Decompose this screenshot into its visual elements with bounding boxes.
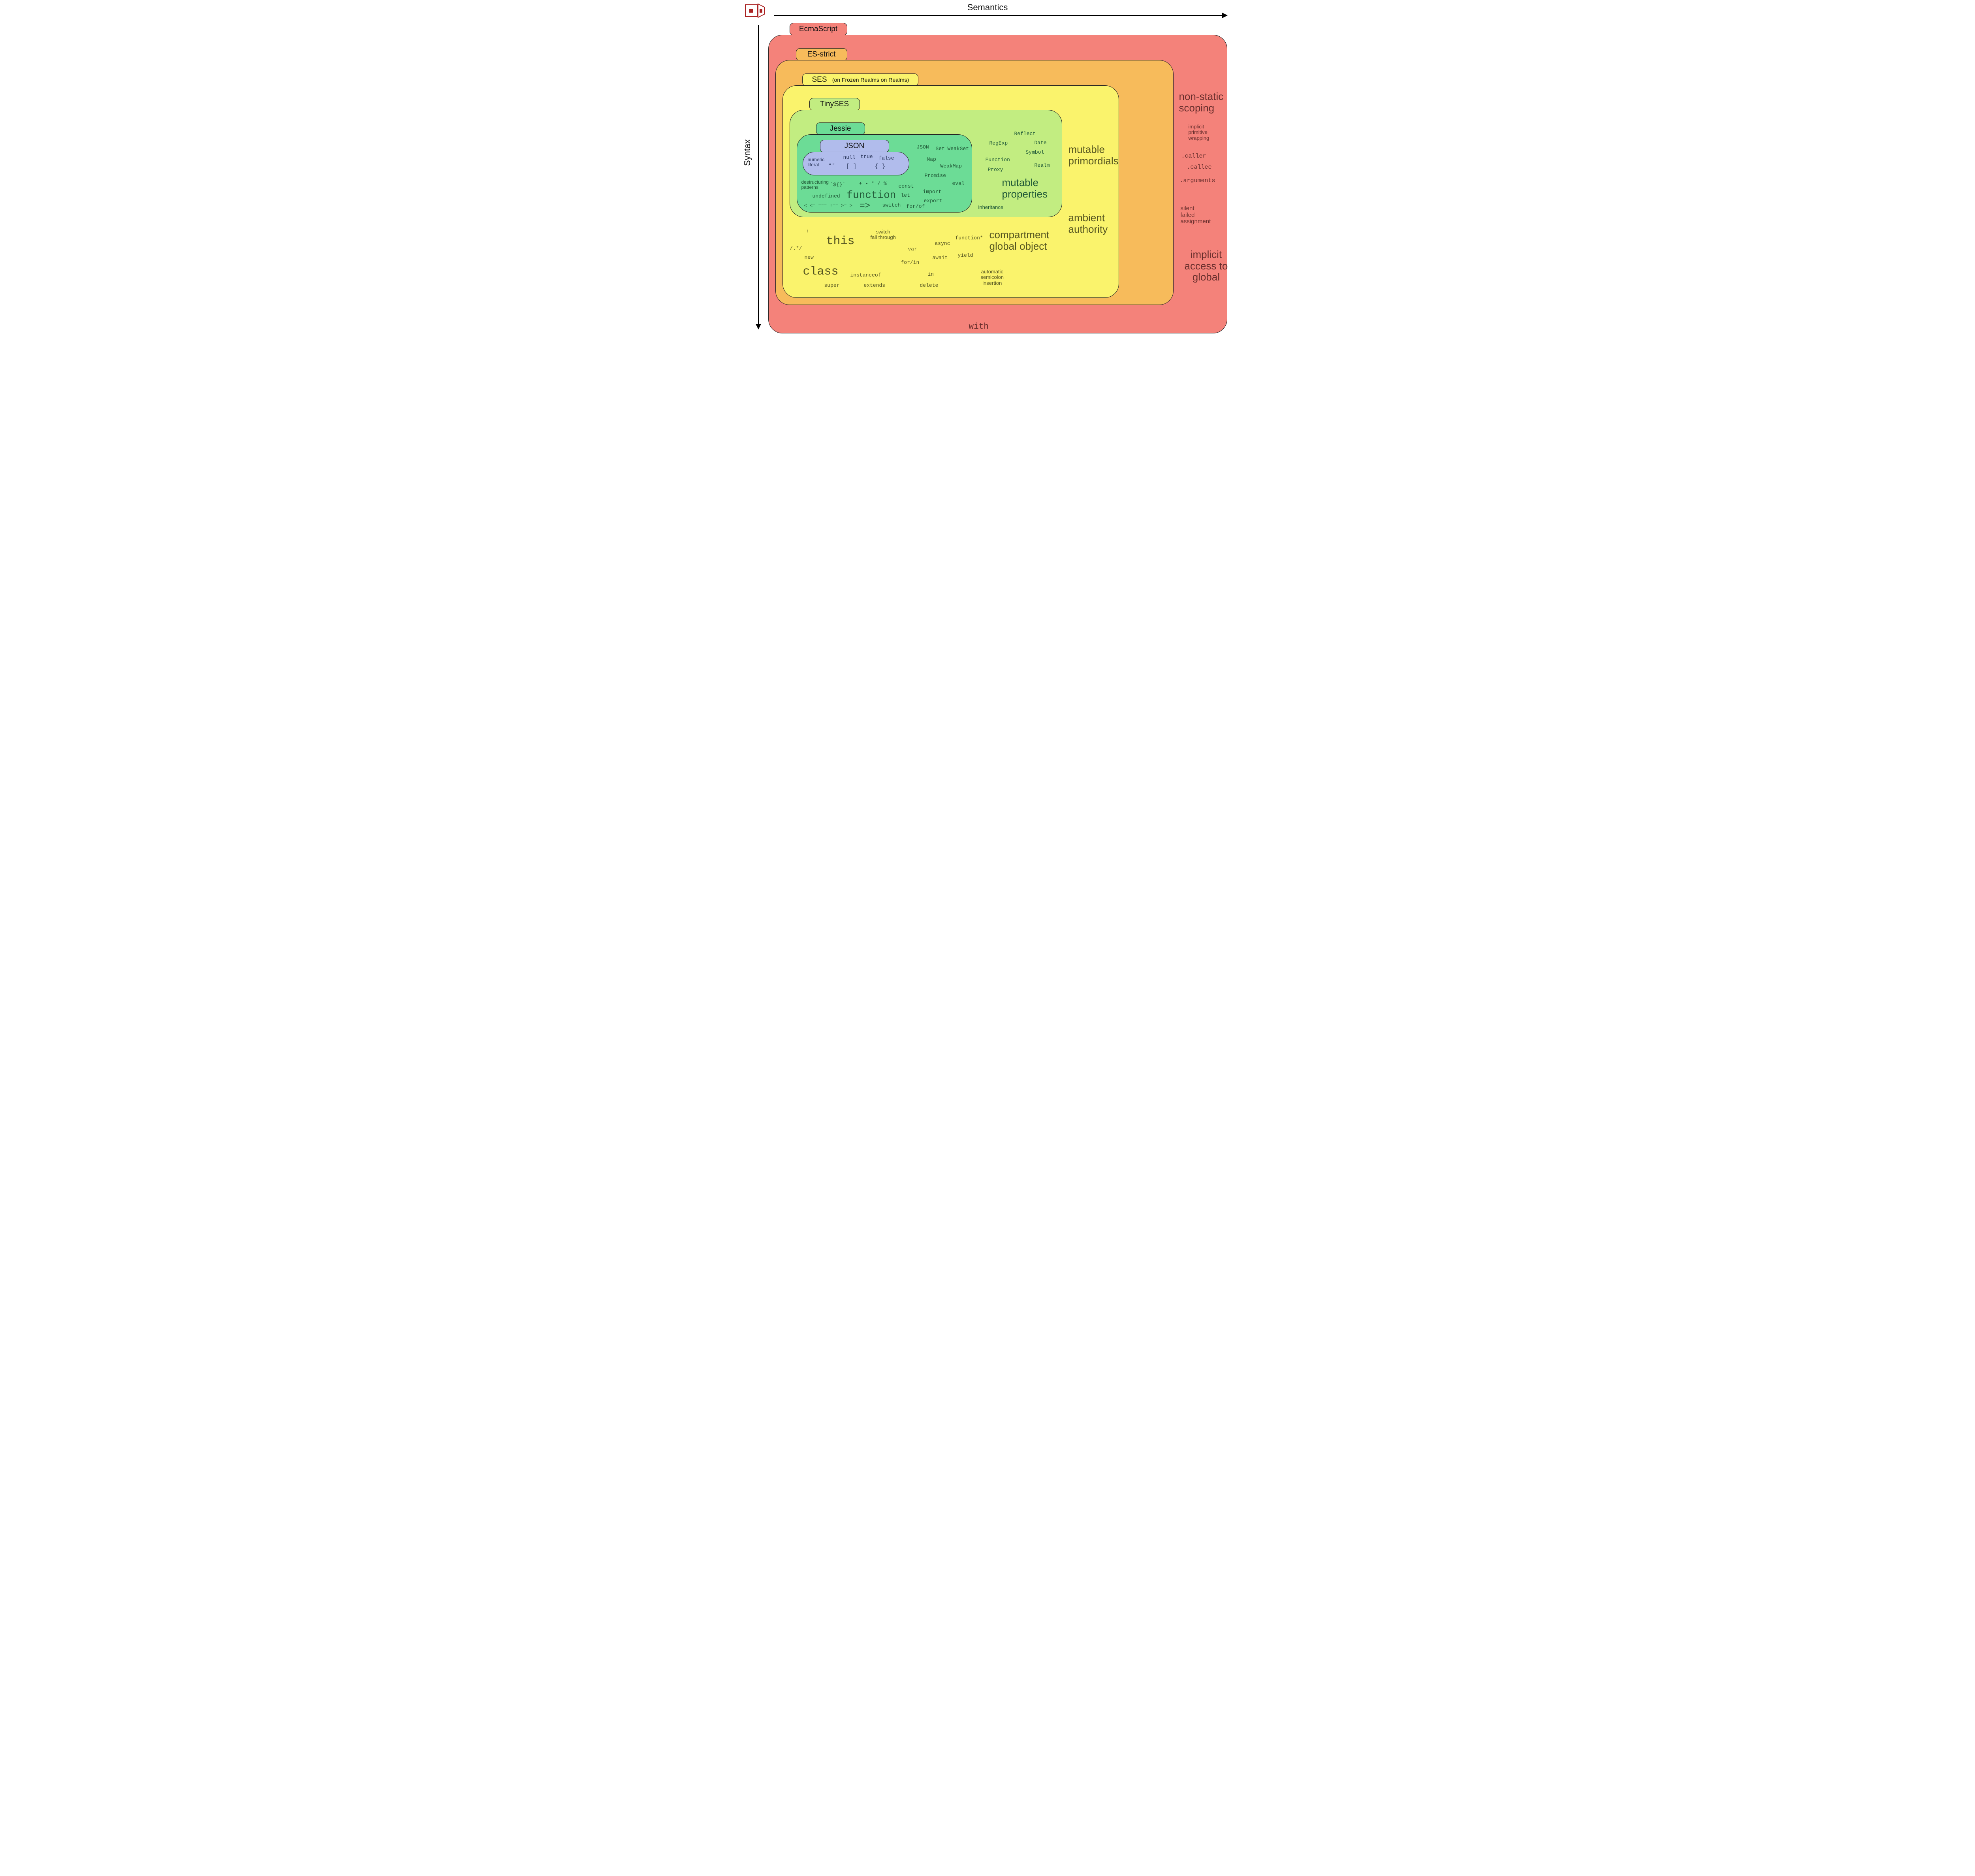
es-callee: .callee (1187, 164, 1212, 171)
tinyses-mutable-properties: mutable properties (1002, 177, 1048, 199)
json-false: false (879, 156, 894, 161)
jessie-destructuring: destructuring patterns (801, 180, 829, 190)
json-numeric-literal: numeric literal (808, 157, 825, 167)
ses-var: var (908, 246, 917, 252)
tinyses-symbol: Symbol (1026, 150, 1044, 155)
ses-ambient-authority: ambient authority (1068, 212, 1108, 235)
tinyses-date: Date (1035, 140, 1047, 146)
es-implicit-primitive: implicit primitive wrapping (1189, 124, 1209, 141)
ses-mutable-primordials: mutable primordials (1068, 144, 1119, 166)
axis-arrow-y (758, 25, 759, 329)
ses-this: this (826, 235, 855, 248)
ses-switch-fall: switch fall through (871, 229, 896, 241)
es-with: with (969, 322, 989, 331)
es-silent-failed: silent failed assignment (1181, 205, 1211, 225)
ses-in: in (928, 272, 934, 277)
tinyses-reflect: Reflect (1014, 131, 1036, 137)
ses-class: class (803, 265, 839, 278)
es-implicit-global: implicit access to global (1185, 249, 1228, 283)
tab-ecmascript: EcmaScript (790, 23, 847, 36)
json-quotes: “ ” (829, 163, 835, 169)
ses-new: new (805, 255, 814, 260)
tab-ses-label: SES (812, 75, 827, 84)
jessie-export: export (924, 198, 942, 204)
tinyses-function-ctor: Function (986, 157, 1010, 163)
json-true: true (861, 154, 873, 160)
jessie-compare: < <= === !== >= > (804, 203, 852, 209)
json-object: { } (875, 164, 886, 170)
tab-tinyses: TinySES (809, 98, 860, 111)
json-null: null (843, 155, 856, 160)
tab-es-strict: ES-strict (796, 48, 847, 61)
tab-ses-sub: (on Frozen Realms on Realms) (829, 77, 909, 83)
jessie-json-ctor: JSON (917, 145, 929, 150)
ses-delete: delete (920, 283, 939, 288)
jessie-forof: for/of (907, 204, 925, 209)
jessie-function: function (847, 190, 896, 201)
jessie-template-literal: `${}` (830, 182, 846, 188)
jessie-map: Map (927, 157, 936, 162)
axis-arrow-x (774, 15, 1227, 16)
jessie-arrow: => (860, 201, 870, 211)
axis-label-x: Semantics (741, 2, 1234, 13)
ses-async: async (935, 241, 950, 246)
tinyses-proxy: Proxy (988, 167, 1003, 173)
ses-function-star: function* (956, 235, 983, 241)
ses-asi: automatic semicolon insertion (981, 269, 1004, 286)
ses-await: await (933, 255, 948, 261)
tab-ses: SES (on Frozen Realms on Realms) (802, 73, 918, 86)
diagram-root: Semantics Syntax EcmaScript ES-strict SE… (741, 0, 1234, 340)
jessie-weakset: WeakSet (948, 146, 969, 152)
jessie-arith: + - * / % (859, 181, 887, 186)
jessie-weakmap: WeakMap (940, 164, 962, 169)
ses-extends: extends (864, 283, 886, 288)
jessie-const: const (899, 184, 914, 189)
ses-yield: yield (958, 253, 973, 258)
axis-label-y: Syntax (742, 139, 752, 166)
es-arguments: .arguments (1180, 178, 1215, 184)
jessie-promise: Promise (925, 173, 946, 179)
ses-eqeq: == != (797, 229, 812, 235)
ses-forin: for/in (901, 260, 920, 265)
tinyses-inheritance: inheritance (978, 205, 1004, 210)
tinyses-realm: Realm (1035, 163, 1050, 168)
tinyses-regexp: RegExp (989, 141, 1008, 146)
jessie-undefined: undefined (813, 194, 840, 199)
ses-instanceof: instanceof (850, 273, 881, 278)
ses-compartment-global-object: compartment global object (989, 229, 1050, 252)
json-array: [ ] (846, 164, 857, 170)
ses-super: super (824, 283, 840, 288)
jessie-switch: switch (882, 203, 901, 208)
jessie-import: import (923, 189, 942, 195)
es-caller: .caller (1181, 153, 1206, 160)
es-nonstatic-scoping: non-static scoping (1179, 91, 1224, 113)
jessie-let: let (901, 193, 910, 198)
jessie-set: Set (936, 146, 945, 152)
jessie-eval: eval (952, 181, 965, 186)
ses-regex: /.*/ (790, 246, 802, 251)
tab-jessie: Jessie (816, 122, 865, 135)
tab-json: JSON (820, 140, 889, 152)
